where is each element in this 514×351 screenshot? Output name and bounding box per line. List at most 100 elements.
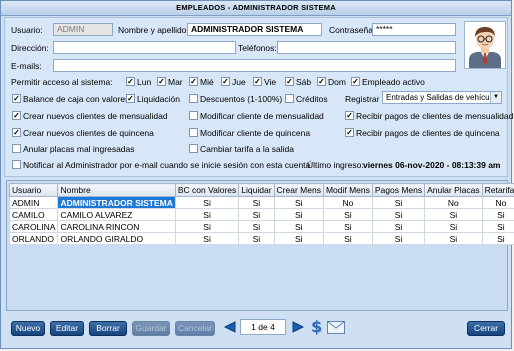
recibir-mensualidad-checkbox[interactable]: ✓ (345, 111, 354, 120)
column-header-nombre[interactable]: Nombre (57, 183, 176, 197)
anular-placas-label: Anular placas mal ingresadas (23, 144, 135, 154)
registrar-label: Registrar (345, 94, 380, 104)
cell-nombre: CAROLINA RINCON (57, 220, 176, 233)
previous-page-arrow-icon[interactable] (223, 320, 237, 334)
liquidacion-checkbox[interactable]: ✓ (126, 94, 135, 103)
nuevo-button[interactable]: Nuevo (11, 321, 45, 336)
descuentos-checkbox[interactable] (189, 94, 198, 103)
access-label: Permitir acceso al sistema: (11, 77, 113, 87)
usuario-field[interactable]: ADMIN (53, 23, 113, 36)
bottom-toolbar: Nuevo Editar Borrar Guardar Cancelar 1 d… (4, 313, 510, 346)
employees-table: Usuario Nombre BC con Valores Liquidar C… (8, 183, 514, 245)
cell-bc-valores: Si (174, 220, 240, 233)
cell-anular-placas: Si (424, 208, 483, 221)
day-checkbox-jue[interactable]: ✓ (221, 77, 230, 86)
direccion-field[interactable] (53, 41, 236, 54)
day-label-jue: Jue (232, 77, 246, 87)
cell-crear-mens: Si (273, 208, 324, 221)
cancelar-button[interactable]: Cancelar (175, 321, 215, 336)
registrar-select[interactable]: Entradas y Salidas de vehículos ▼ (382, 91, 502, 104)
balance-label: Balance de caja con valores (23, 94, 130, 104)
cell-anular-placas: No (424, 196, 483, 209)
emails-field[interactable] (53, 59, 456, 72)
cell-bc-valores: Si (174, 232, 240, 245)
guardar-button[interactable]: Guardar (132, 321, 170, 336)
chevron-down-icon: ▼ (490, 92, 501, 103)
table-row[interactable]: ORLANDO ORLANDO GIRALDO Si Si Si Si Si S… (8, 232, 514, 245)
borrar-button[interactable]: Borrar (89, 321, 127, 336)
cerrar-button[interactable]: Cerrar (467, 321, 505, 336)
cell-liquidar: Si (238, 208, 275, 221)
contrasena-label: Contraseña: (329, 25, 376, 35)
cell-usuario: ORLANDO (8, 232, 59, 245)
column-header-usuario[interactable]: Usuario (8, 183, 59, 197)
recibir-quincena-checkbox[interactable]: ✓ (345, 128, 354, 137)
crear-mensualidad-checkbox[interactable]: ✓ (12, 111, 21, 120)
cell-liquidar: Si (238, 232, 275, 245)
table-row[interactable]: CAMILO CAMILO ALVAREZ Si Si Si Si Si Si … (8, 208, 514, 221)
cambiar-tarifa-checkbox[interactable] (189, 144, 198, 153)
contrasena-field[interactable]: ***** (372, 23, 456, 36)
crear-quincena-label: Crear nuevos clientes de quincena (23, 128, 154, 138)
day-checkbox-mie[interactable]: ✓ (189, 77, 198, 86)
next-page-arrow-icon[interactable] (291, 320, 305, 334)
crear-quincena-checkbox[interactable]: ✓ (12, 128, 21, 137)
payment-dollar-icon[interactable]: $ (311, 318, 323, 336)
cell-pagos-mens: Si (371, 220, 426, 233)
column-header-bc-valores[interactable]: BC con Valores (174, 183, 240, 197)
day-checkbox-vie[interactable]: ✓ (253, 77, 262, 86)
liquidacion-label: Liquidación (137, 94, 181, 104)
column-header-anular-placas[interactable]: Anular Placas (424, 183, 483, 197)
cell-pagos-mens: Si (371, 232, 426, 245)
table-row[interactable]: ADMIN ADMINISTRADOR SISTEMA Si Si Si No … (8, 196, 514, 209)
cell-nombre: CAMILO ALVAREZ (57, 208, 176, 221)
balance-checkbox[interactable]: ✓ (12, 94, 21, 103)
cell-pagos-mens: Si (371, 196, 426, 209)
telefonos-field[interactable] (277, 41, 456, 54)
window-title: EMPLEADOS - ADMINISTRADOR SISTEMA (1, 1, 511, 16)
modificar-quincena-checkbox[interactable] (189, 128, 198, 137)
nombre-label: Nombre y apellido: (118, 25, 189, 35)
cell-pagos-mens: Si (371, 208, 426, 221)
cell-anular-placas: Si (424, 232, 483, 245)
emails-label: E-mails: (11, 61, 42, 71)
cambiar-tarifa-label: Cambiar tarifa a la salida (200, 144, 295, 154)
ultimo-ingreso-label: Último ingreso: (307, 160, 364, 170)
column-header-liquidar[interactable]: Liquidar (238, 183, 275, 197)
nombre-field[interactable]: ADMINISTRADOR SISTEMA (187, 23, 322, 36)
notificar-checkbox[interactable] (12, 160, 21, 169)
day-label-mie: Mié (200, 77, 214, 87)
cell-usuario: CAROLINA (8, 220, 59, 233)
creditos-checkbox[interactable] (285, 94, 294, 103)
day-checkbox-mar[interactable]: ✓ (157, 77, 166, 86)
avatar[interactable] (464, 21, 506, 69)
usuario-label: Usuario: (11, 25, 43, 35)
day-checkbox-lun[interactable]: ✓ (126, 77, 135, 86)
employees-window: EMPLEADOS - ADMINISTRADOR SISTEMA Usuari… (0, 0, 514, 349)
empleado-activo-checkbox[interactable]: ✓ (351, 77, 360, 86)
telefonos-label: Teléfonos: (238, 43, 277, 53)
cell-modif-mens: Si (322, 208, 373, 221)
cell-retarifar: Si (481, 220, 514, 233)
email-envelope-icon[interactable] (327, 321, 345, 334)
day-label-mar: Mar (168, 77, 183, 87)
table-row[interactable]: CAROLINA CAROLINA RINCON Si Si Si Si Si … (8, 220, 514, 233)
employees-grid: Usuario Nombre BC con Valores Liquidar C… (6, 180, 514, 311)
modificar-mensualidad-checkbox[interactable] (189, 111, 198, 120)
column-header-retarifar[interactable]: Retarifar (481, 183, 514, 197)
cell-crear-mens: Si (273, 196, 324, 209)
editar-button[interactable]: Editar (50, 321, 84, 336)
cell-usuario: ADMIN (8, 196, 59, 209)
day-checkbox-sab[interactable]: ✓ (285, 77, 294, 86)
cell-liquidar: Si (238, 196, 275, 209)
day-label-vie: Vie (264, 77, 277, 87)
day-checkbox-dom[interactable]: ✓ (317, 77, 326, 86)
ultimo-ingreso-value: viernes 06-nov-2020 - 08:13:39 am (363, 160, 501, 170)
anular-placas-checkbox[interactable] (12, 144, 21, 153)
column-header-crear-mens[interactable]: Crear Mens (273, 183, 324, 197)
column-header-modif-mens[interactable]: Modif Mens (322, 183, 373, 197)
crear-mensualidad-label: Crear nuevos clientes de mensualidad (23, 111, 168, 121)
modificar-quincena-label: Modificar cliente de quincena (200, 128, 311, 138)
cell-crear-mens: Si (273, 232, 324, 245)
column-header-pagos-mens[interactable]: Pagos Mens (371, 183, 426, 197)
